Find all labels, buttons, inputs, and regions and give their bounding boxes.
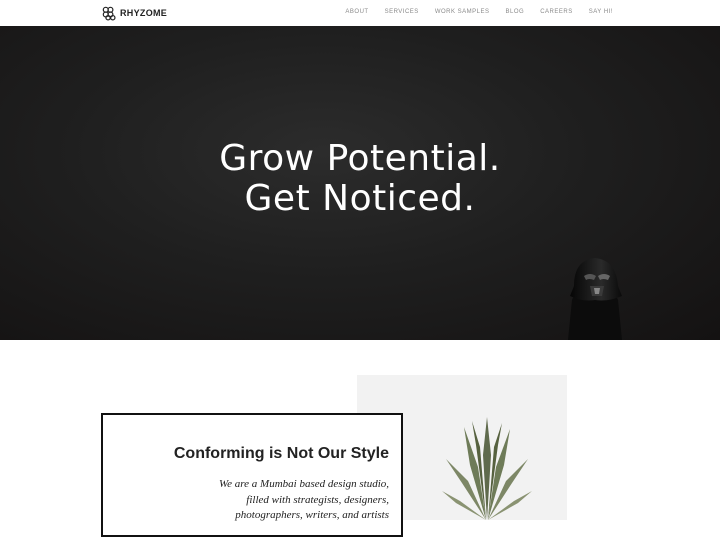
nav-blog[interactable]: BLOG	[506, 9, 525, 15]
nav-work-samples[interactable]: WORK SAMPLES	[435, 9, 490, 15]
hero-headline-line2: Get Noticed.	[244, 178, 476, 219]
darth-vader-figure-image	[568, 258, 622, 340]
nav-about[interactable]: ABOUT	[345, 9, 368, 15]
hero-headline-line1: Grow Potential.	[219, 138, 501, 179]
about-title: Conforming is Not Our Style	[173, 445, 389, 462]
site-header: RHYZOME ABOUT SERVICES WORK SAMPLES BLOG…	[0, 0, 720, 26]
about-card: Conforming is Not Our Style We are a Mum…	[101, 413, 403, 537]
about-line: filled with strategists, designers,	[246, 493, 389, 506]
nav-careers[interactable]: CAREERS	[540, 9, 573, 15]
about-line: photographers, writers, and artists	[235, 509, 389, 521]
nav-services[interactable]: SERVICES	[385, 9, 419, 15]
brand-logo-link[interactable]: RHYZOME	[102, 5, 167, 21]
about-line: We are a Mumbai based design studio,	[219, 478, 389, 490]
brand-name: RHYZOME	[120, 8, 168, 18]
hero-section: Grow Potential. Get Noticed.	[0, 26, 720, 340]
main-nav: ABOUT SERVICES WORK SAMPLES BLOG CAREERS…	[329, 9, 613, 15]
nav-say-hi[interactable]: SAY HI!	[589, 9, 613, 15]
rhyzome-logo-icon	[102, 6, 116, 20]
about-description: We are a Mumbai based design studio, fil…	[219, 477, 389, 524]
pineapple-image	[442, 417, 532, 520]
